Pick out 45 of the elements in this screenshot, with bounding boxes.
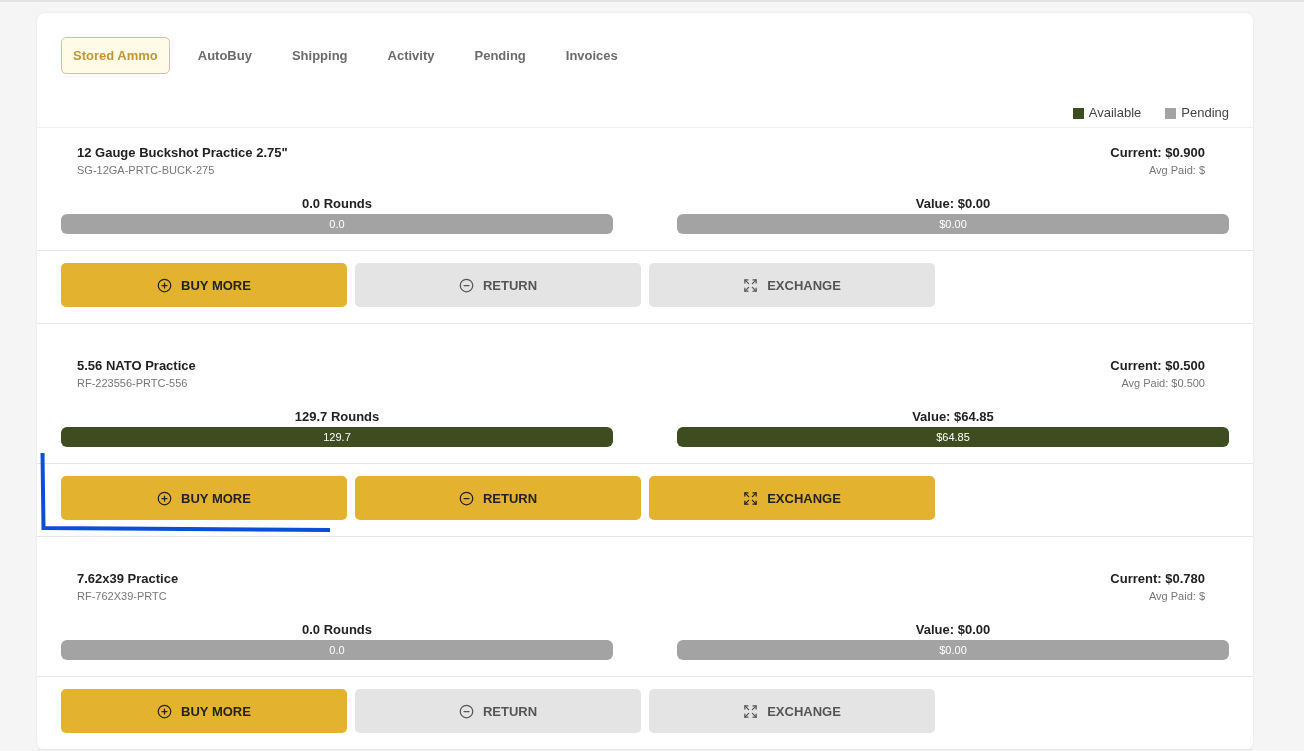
current-price: Current: $0.900 <box>1110 144 1205 162</box>
bar-value-text: $0.00 <box>939 643 967 657</box>
tab[interactable]: Activity <box>375 37 447 74</box>
avg-paid-text: Avg Paid: $ <box>1148 163 1205 178</box>
tab[interactable]: Pending <box>462 37 538 74</box>
tab[interactable]: AutoBuy <box>185 37 264 74</box>
product-sku: RF-762X39-PRTC <box>77 589 167 604</box>
action-button[interactable]: BUY MORE <box>61 689 347 733</box>
bar-label: 0.0 Rounds <box>301 195 373 213</box>
current-price: Current: $0.500 <box>1110 357 1205 375</box>
bar-label: Value: $0.00 <box>915 621 991 639</box>
bar-value-text: 0.0 <box>329 643 345 657</box>
bar-label: 129.7 Rounds <box>294 408 380 426</box>
tab[interactable]: Invoices <box>553 37 630 74</box>
expand-arrows-icon <box>743 490 759 506</box>
product-name: 5.56 NATO Practice <box>77 357 196 375</box>
product-name: 7.62x39 Practice <box>77 570 179 588</box>
bar-label: 0.0 Rounds <box>301 621 373 639</box>
bar-label: Value: $64.85 <box>912 408 994 426</box>
current-price: Current: $0.780 <box>1110 570 1205 588</box>
action-button[interactable]: RETURN <box>355 476 641 520</box>
expand-arrows-icon <box>743 703 759 719</box>
minus-circle-icon <box>458 277 474 293</box>
action-button[interactable]: BUY MORE <box>61 263 347 307</box>
product-name: 12 Gauge Buckshot Practice 2.75" <box>77 144 288 162</box>
plus-circle-icon <box>157 277 173 293</box>
action-button[interactable]: EXCHANGE <box>649 476 935 520</box>
product-sku: RF-223556-PRTC-556 <box>77 376 188 391</box>
bar-value-text: 0.0 <box>329 217 345 231</box>
bar-value-text: $0.00 <box>939 217 967 231</box>
avg-paid-text: Avg Paid: $ <box>1148 589 1205 604</box>
bar-label: Value: $0.00 <box>915 195 991 213</box>
minus-circle-icon <box>458 490 474 506</box>
legend-label: Pending <box>1181 105 1229 121</box>
plus-circle-icon <box>157 703 173 719</box>
bar-value-text: 129.7 <box>323 430 351 444</box>
plus-circle-icon <box>157 490 173 506</box>
legend-label: Available <box>1088 105 1142 121</box>
minus-circle-icon <box>458 703 474 719</box>
expand-arrows-icon <box>743 277 759 293</box>
tab[interactable]: Shipping <box>279 37 360 74</box>
avg-paid-text: Avg Paid: $0.500 <box>1121 376 1205 391</box>
bar-value-text: $64.85 <box>936 430 970 444</box>
action-button[interactable]: BUY MORE <box>61 476 347 520</box>
product-sku: SG-12GA-PRTC-BUCK-275 <box>77 163 215 178</box>
